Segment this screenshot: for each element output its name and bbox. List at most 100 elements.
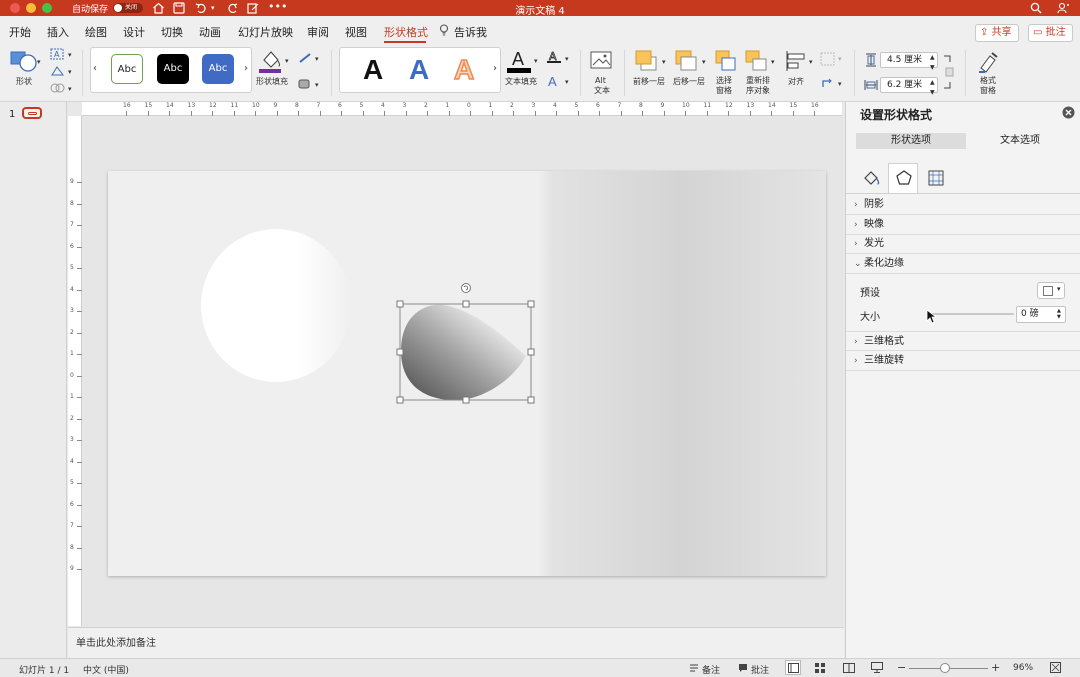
account-icon[interactable] xyxy=(1057,2,1070,14)
bring-forward-dropdown-icon[interactable]: ▾ xyxy=(662,57,666,67)
tab-animations[interactable]: 动画 xyxy=(199,24,221,40)
wordart-black[interactable]: A xyxy=(363,52,383,88)
tab-shape-format[interactable]: 形状格式 xyxy=(384,24,428,40)
slide-sorter-icon[interactable] xyxy=(815,663,826,673)
shape-fill-dropdown-icon[interactable]: ▾ xyxy=(285,56,289,66)
tab-transitions[interactable]: 切换 xyxy=(161,24,183,40)
group-icon[interactable] xyxy=(820,52,836,66)
shapes-icon[interactable] xyxy=(10,50,40,74)
tab-review[interactable]: 审阅 xyxy=(307,24,329,40)
comments-toggle[interactable]: 批注 xyxy=(751,663,769,676)
send-backward-dropdown-icon[interactable]: ▾ xyxy=(702,57,706,67)
edit-shape-icon[interactable] xyxy=(50,65,66,77)
search-icon[interactable] xyxy=(1030,2,1042,14)
text-outline-icon[interactable]: A xyxy=(546,50,562,64)
horizontal-ruler[interactable]: 16 15 14 13 12 11 10 9 8 7 6 5 4 3 2 1 0 1 2 3 4 5 6 7 8 9 10 11 12 1… xyxy=(82,102,842,116)
slide-thumbnail[interactable] xyxy=(22,107,42,119)
width-stepper-icon[interactable]: ▲ ▼ xyxy=(930,78,935,98)
outline-dropdown-icon[interactable]: ▾ xyxy=(315,54,319,64)
text-fill-dropdown-icon[interactable]: ▾ xyxy=(534,56,538,66)
text-fill-icon[interactable]: A xyxy=(506,48,532,74)
format-pane-icon[interactable] xyxy=(976,50,1002,74)
effects-dropdown-icon[interactable]: ▾ xyxy=(315,80,319,90)
tab-slideshow[interactable]: 幻灯片放映 xyxy=(238,24,293,40)
language-indicator[interactable]: 中文 (中国) xyxy=(83,663,129,676)
tab-shape-options[interactable]: 形状选项 xyxy=(856,133,966,149)
shape-style-black[interactable]: Abc xyxy=(157,54,189,84)
align-dropdown-icon[interactable]: ▾ xyxy=(809,57,813,67)
text-effects-icon[interactable]: A xyxy=(546,74,562,88)
effects-tab[interactable] xyxy=(888,163,918,193)
tab-view[interactable]: 视图 xyxy=(345,24,367,40)
align-icon[interactable] xyxy=(784,49,808,73)
notes-icon[interactable] xyxy=(689,663,699,673)
reading-view-icon[interactable] xyxy=(843,663,855,673)
section-3d-rotation[interactable]: › 三维旋转 xyxy=(846,351,1080,371)
tab-text-options[interactable]: 文本选项 xyxy=(966,133,1074,149)
fit-to-window-icon[interactable] xyxy=(1050,662,1061,673)
section-glow[interactable]: › 发光 xyxy=(846,234,1080,254)
shape-style-outline[interactable]: Abc xyxy=(111,54,143,84)
shape-outline-icon[interactable] xyxy=(298,52,314,64)
size-stepper-icon[interactable]: ▲ ▼ xyxy=(1057,308,1061,320)
text-box-dropdown-icon[interactable]: ▾ xyxy=(68,50,72,60)
size-properties-icon[interactable] xyxy=(926,168,946,188)
group-dropdown-icon[interactable]: ▾ xyxy=(838,54,842,64)
notes-toggle[interactable]: 备注 xyxy=(702,663,720,676)
height-stepper-icon[interactable]: ▲ ▼ xyxy=(930,53,935,73)
wordart-blue[interactable]: A xyxy=(409,52,429,88)
close-pane-icon[interactable] xyxy=(1062,106,1075,119)
text-outline-dropdown-icon[interactable]: ▾ xyxy=(565,54,569,64)
section-soft-edges[interactable]: ⌄ 柔化边缘 xyxy=(846,254,1080,274)
alt-text-icon[interactable] xyxy=(590,50,614,74)
section-reflection[interactable]: › 映像 xyxy=(846,215,1080,235)
zoom-out-icon[interactable]: − xyxy=(897,661,906,674)
white-circle-shape[interactable] xyxy=(201,229,351,382)
text-box-icon[interactable]: A xyxy=(50,48,66,60)
reorder-objects-icon[interactable] xyxy=(744,49,770,73)
tab-draw[interactable]: 绘图 xyxy=(85,24,107,40)
notes-pane[interactable]: 单击此处添加备注 xyxy=(68,627,844,658)
send-backward-icon[interactable] xyxy=(674,49,700,73)
rotate-icon[interactable] xyxy=(820,77,836,91)
slide[interactable] xyxy=(108,171,826,576)
tab-home[interactable]: 开始 xyxy=(9,24,31,40)
resize-handle-right[interactable] xyxy=(527,348,535,356)
wordart-next-icon[interactable]: › xyxy=(493,64,497,74)
selection-pane-icon[interactable] xyxy=(714,49,738,73)
zoom-level[interactable]: 96% xyxy=(1013,663,1033,673)
resize-handle-tl[interactable] xyxy=(396,300,404,308)
edit-shape-dropdown-icon[interactable]: ▾ xyxy=(68,67,72,77)
tab-tell-me[interactable]: 告诉我 xyxy=(454,24,487,40)
resize-handle-tr[interactable] xyxy=(527,300,535,308)
shapes-dropdown-icon[interactable]: ▾ xyxy=(37,57,41,67)
rotate-dropdown-icon[interactable]: ▾ xyxy=(838,79,842,89)
section-3d-format[interactable]: › 三维格式 xyxy=(846,331,1080,351)
reorder-dropdown-icon[interactable]: ▾ xyxy=(771,57,775,67)
vertical-ruler[interactable]: 9 8 7 6 5 4 3 2 1 0 1 2 3 4 5 6 7 8 9 xyxy=(68,116,82,626)
comment-bubble-icon[interactable] xyxy=(738,663,748,673)
resize-handle-left[interactable] xyxy=(396,348,404,356)
selected-gradient-shape[interactable] xyxy=(395,281,535,411)
share-button[interactable]: ⇪ 共享 xyxy=(975,24,1019,42)
merge-shapes-icon[interactable] xyxy=(50,82,66,94)
paint-bucket-icon[interactable] xyxy=(259,48,283,74)
resize-handle-bl[interactable] xyxy=(396,396,404,404)
merge-dropdown-icon[interactable]: ▾ xyxy=(68,84,72,94)
wordart-orange[interactable]: A xyxy=(453,52,475,88)
preset-dropdown[interactable]: ▾ xyxy=(1037,282,1065,299)
normal-view-button[interactable] xyxy=(785,660,801,675)
size-slider[interactable] xyxy=(930,313,1014,315)
gallery-next-icon[interactable]: › xyxy=(244,64,248,74)
zoom-slider-thumb[interactable] xyxy=(940,663,950,673)
text-effects-dropdown-icon[interactable]: ▾ xyxy=(565,77,569,87)
bring-forward-icon[interactable] xyxy=(634,49,660,73)
section-shadow[interactable]: › 阴影 xyxy=(846,195,1080,215)
gallery-prev-icon[interactable]: ‹ xyxy=(93,64,97,74)
comments-button[interactable]: ▭ 批注 xyxy=(1028,24,1073,42)
zoom-in-icon[interactable]: + xyxy=(991,661,1000,674)
resize-handle-bottom[interactable] xyxy=(462,396,470,404)
shape-effects-icon[interactable] xyxy=(298,78,314,90)
tab-insert[interactable]: 插入 xyxy=(47,24,69,40)
tab-design[interactable]: 设计 xyxy=(123,24,145,40)
